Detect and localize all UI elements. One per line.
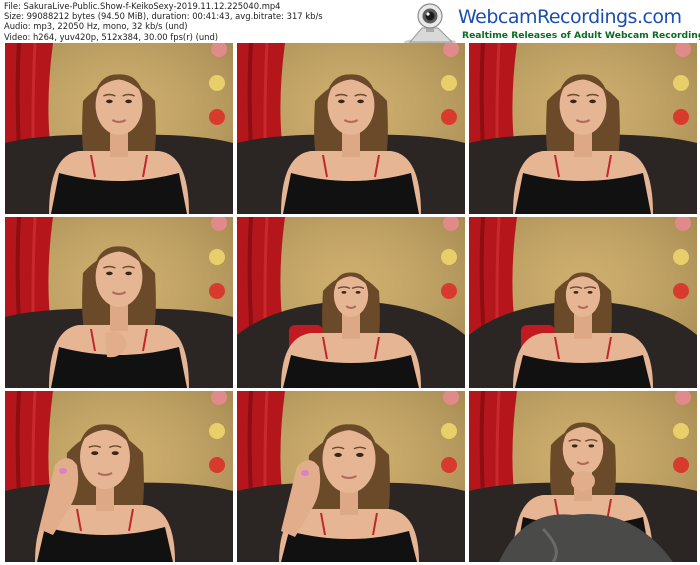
video-thumbnail (5, 217, 233, 388)
file-name: File: SakuraLive-Public.Show-f-KeikoSexy… (4, 1, 281, 11)
video-thumbnail (237, 391, 465, 562)
site-logo: WebcamRecordings.com Realtime Releases o… (400, 2, 700, 46)
logo-brand: WebcamRecordings.com (458, 6, 682, 28)
video-thumbnail (469, 391, 697, 562)
file-info: File: SakuraLive-Public.Show-f-KeikoSexy… (4, 1, 323, 42)
video-thumbnail (5, 43, 233, 214)
video-thumbnail (5, 391, 233, 562)
audio-info: Audio: mp3, 22050 Hz, mono, 32 kb/s (und… (4, 21, 188, 32)
video-info: Video: h264, yuv420p, 512x384, 30.00 fps… (4, 31, 219, 42)
video-thumbnail (469, 217, 697, 388)
webcam-icon (404, 3, 456, 46)
video-thumbnail (237, 217, 465, 388)
file-size: Size: 99088212 bytes (94.50 MiB), durati… (4, 11, 323, 22)
video-thumbnail (469, 43, 697, 214)
video-thumbnail (237, 43, 465, 214)
logo-tagline: Realtime Releases of Adult Webcam Record… (462, 30, 700, 41)
